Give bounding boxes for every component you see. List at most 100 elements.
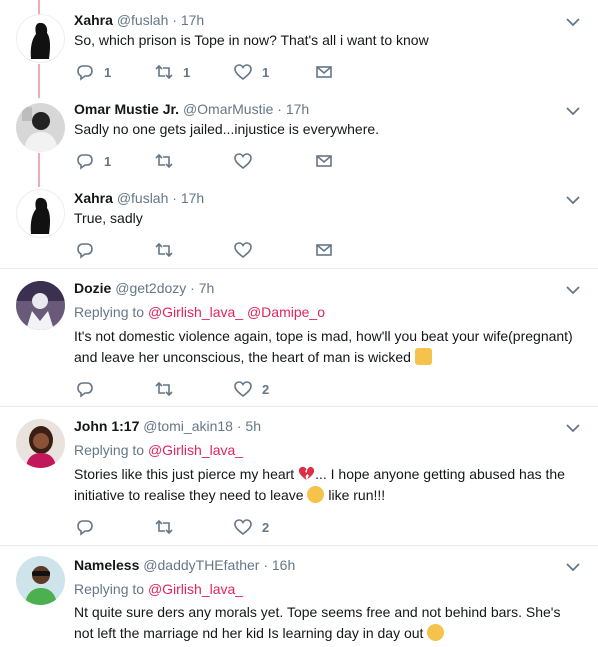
direct-message-button[interactable] [315, 152, 333, 170]
mention-link[interactable]: @Girlish_lava_ [148, 442, 243, 458]
tweet[interactable]: Xahra @fuslah · 17h True, sadly [0, 180, 598, 268]
timestamp[interactable]: 16h [272, 557, 295, 573]
avatar[interactable] [16, 419, 65, 468]
author-handle[interactable]: @fuslah [117, 190, 169, 206]
reply-icon [77, 154, 93, 170]
like-count: 2 [262, 381, 270, 397]
tweet-text: So, which prison is Tope in now? That's … [74, 32, 429, 48]
direct-message-button[interactable] [315, 63, 333, 81]
retweet-button[interactable] [155, 241, 173, 259]
chevron-down-icon[interactable] [566, 562, 580, 572]
reply-button[interactable] [76, 518, 94, 536]
like-count: 2 [262, 519, 270, 535]
reply-count: 1 [104, 153, 112, 169]
tweet-text-content: It's not domestic violence again, tope i… [74, 328, 573, 365]
timestamp[interactable]: 17h [181, 12, 204, 28]
retweet-count: 1 [183, 64, 191, 80]
envelope-icon [316, 66, 332, 78]
author-name[interactable]: Omar Mustie Jr. [74, 101, 179, 117]
avatar[interactable] [16, 103, 65, 152]
tweet-text-content: Stories like this just pierce my heart [74, 466, 295, 482]
separator: · [236, 418, 242, 434]
sad-face-emoji-icon [307, 486, 325, 503]
direct-message-button[interactable] [315, 241, 333, 259]
author-name[interactable]: Xahra [74, 12, 113, 28]
like-button[interactable]: 2 [234, 380, 269, 398]
avatar[interactable] [16, 14, 65, 63]
heart-icon [234, 242, 252, 259]
like-count: 1 [262, 64, 270, 80]
retweet-button[interactable] [155, 518, 173, 536]
retweet-button[interactable]: 1 [155, 63, 190, 81]
envelope-icon [316, 244, 332, 256]
reply-button[interactable] [76, 380, 94, 398]
sweat-smile-emoji-icon [427, 624, 445, 641]
like-button[interactable] [234, 152, 252, 170]
replying-to-label: Replying to [74, 581, 145, 597]
author-name[interactable]: John 1:17 [74, 418, 139, 434]
mention-link[interactable]: @Girlish_lava_ [148, 581, 243, 597]
retweet-button[interactable] [155, 380, 173, 398]
author-name[interactable]: Dozie [74, 280, 111, 296]
timestamp[interactable]: 17h [181, 190, 204, 206]
separator: · [277, 101, 282, 117]
retweet-icon [155, 381, 173, 397]
tweet[interactable]: Dozie @get2dozy · 7h Replying to @Girlis… [0, 269, 598, 406]
like-button[interactable]: 1 [234, 63, 269, 81]
tweet-text: Nt quite sure ders any morals yet. Tope … [74, 602, 582, 644]
retweet-icon [155, 64, 173, 80]
reply-button[interactable]: 1 [76, 63, 111, 81]
heart-icon [234, 64, 252, 81]
envelope-icon [316, 155, 332, 167]
like-button[interactable] [234, 241, 252, 259]
avatar[interactable] [16, 556, 65, 605]
tweet[interactable]: Xahra @fuslah · 17h So, which prison is … [0, 0, 598, 90]
author-name[interactable]: Nameless [74, 557, 139, 573]
mention-link[interactable]: @Girlish_lava_ [148, 304, 243, 320]
author-handle[interactable]: @OmarMustie [183, 101, 273, 117]
chevron-down-icon[interactable] [566, 195, 580, 205]
replying-to: Replying to @Girlish_lava_ @Damipe_o [74, 304, 325, 320]
reply-button[interactable] [76, 241, 94, 259]
tweet[interactable]: John 1:17 @tomi_akin18 · 5h Replying to … [0, 407, 598, 545]
heart-icon [234, 519, 252, 536]
tweet[interactable]: Nameless @daddyTHEfather · 16h Replying … [0, 546, 598, 647]
heart-icon [234, 381, 252, 398]
reply-icon [77, 65, 93, 81]
tweet-text: Stories like this just pierce my heart .… [74, 464, 582, 506]
chevron-down-icon[interactable] [566, 285, 580, 295]
tweet-text: Sadly no one gets jailed...injustice is … [74, 121, 380, 137]
tweet-text: True, sadly [74, 210, 143, 226]
author-handle[interactable]: @fuslah [117, 12, 169, 28]
replying-to: Replying to @Girlish_lava_ [74, 442, 243, 458]
reply-icon [77, 243, 93, 259]
mention-link[interactable]: @Damipe_o [247, 304, 325, 320]
retweet-button[interactable] [155, 152, 173, 170]
reply-count: 1 [104, 64, 112, 80]
replying-to-label: Replying to [74, 304, 145, 320]
separator: · [172, 190, 177, 206]
author-handle[interactable]: @tomi_akin18 [143, 418, 233, 434]
like-button[interactable]: 2 [234, 518, 269, 536]
retweet-icon [155, 519, 173, 535]
separator: · [263, 557, 268, 573]
reply-button[interactable]: 1 [76, 152, 111, 170]
chevron-down-icon[interactable] [566, 17, 580, 27]
replying-to-label: Replying to [74, 442, 145, 458]
avatar[interactable] [16, 189, 65, 238]
reply-icon [77, 382, 93, 398]
tweet[interactable]: Omar Mustie Jr. @OmarMustie · 17h Sadly … [0, 90, 598, 180]
avatar[interactable] [16, 281, 65, 330]
timestamp[interactable]: 5h [245, 418, 261, 434]
separator: · [172, 12, 177, 28]
tweet-text: It's not domestic violence again, tope i… [74, 326, 582, 368]
timestamp[interactable]: 7h [199, 280, 215, 296]
timestamp[interactable]: 17h [286, 101, 309, 117]
chevron-down-icon[interactable] [566, 106, 580, 116]
author-handle[interactable]: @get2dozy [115, 280, 186, 296]
author-name[interactable]: Xahra [74, 190, 113, 206]
chevron-down-icon[interactable] [566, 423, 580, 433]
author-handle[interactable]: @daddyTHEfather [143, 557, 259, 573]
separator: · [190, 280, 195, 296]
heart-icon [234, 153, 252, 170]
